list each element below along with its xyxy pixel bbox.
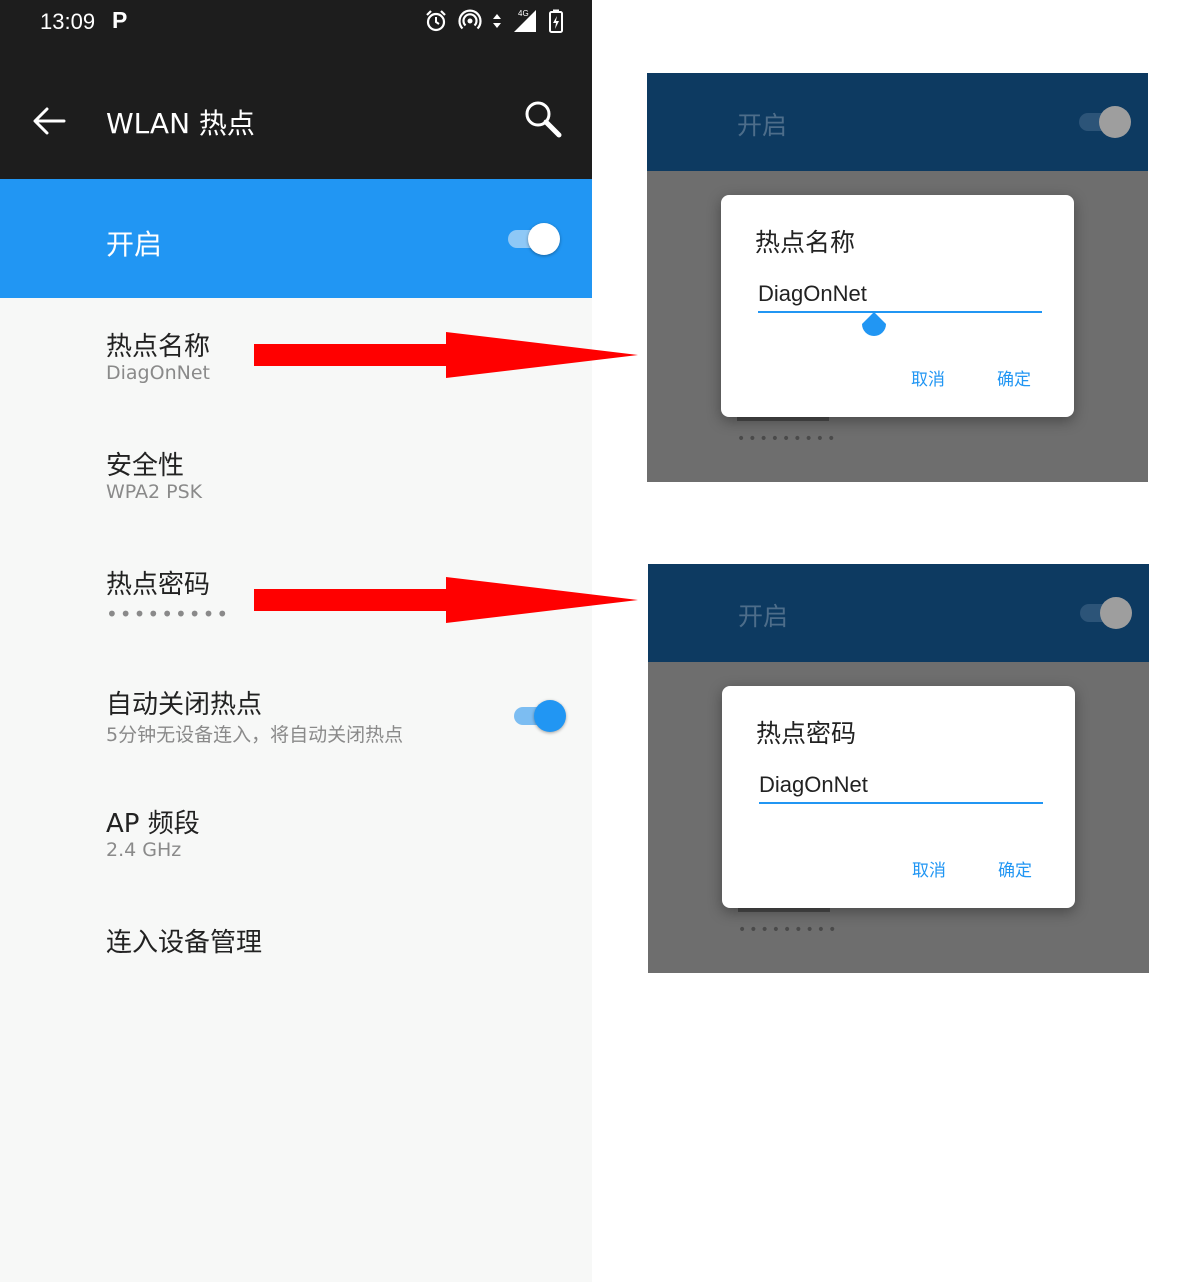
- setting-value: DiagOnNet: [106, 362, 210, 384]
- dimmed-password-mask: •••••••••: [737, 431, 839, 447]
- back-arrow-icon[interactable]: [30, 102, 68, 140]
- hotspot-master-switch-row[interactable]: 开启: [0, 179, 592, 298]
- hotspot-name-dialog: 热点名称 DiagOnNet 取消 确定: [721, 195, 1074, 417]
- app-bar: WLAN 热点: [0, 50, 592, 179]
- setting-title: 热点密码: [106, 570, 211, 600]
- page-title: WLAN 热点: [106, 107, 255, 140]
- setting-ap-band[interactable]: AP 频段 2.4 GHz: [0, 803, 592, 873]
- text-cursor-handle-icon[interactable]: [859, 312, 889, 342]
- setting-auto-close-hotspot[interactable]: 自动关闭热点 5分钟无设备连入，将自动关闭热点: [0, 684, 592, 754]
- dimmed-password-mask: •••••••••: [738, 922, 840, 938]
- red-arrow-icon: [254, 332, 638, 378]
- status-icons: 4G: [424, 8, 564, 34]
- dimmed-master-toggle: [1078, 595, 1132, 629]
- setting-title: 连入设备管理: [106, 928, 263, 958]
- setting-title: 热点名称: [106, 332, 211, 362]
- red-arrow-icon: [254, 577, 638, 623]
- setting-value: WPA2 PSK: [106, 481, 203, 503]
- cancel-button[interactable]: 取消: [911, 365, 945, 390]
- signal-4g-icon: 4G: [514, 9, 536, 32]
- hotspot-password-dialog: 热点密码 DiagOnNet 取消 确定: [722, 686, 1075, 908]
- ok-button[interactable]: 确定: [997, 365, 1031, 390]
- status-bar: 13:09 P 4G: [0, 0, 592, 50]
- password-mask: •••••••••: [106, 602, 231, 626]
- dimmed-master-switch-row: 开启: [647, 73, 1148, 171]
- master-toggle[interactable]: [506, 221, 560, 255]
- setting-title: 自动关闭热点: [106, 690, 263, 720]
- hotspot-icon: [458, 9, 482, 30]
- dialog-title: 热点名称: [755, 228, 856, 257]
- hotspot-name-input[interactable]: DiagOnNet: [758, 281, 867, 307]
- hotspot-password-input[interactable]: DiagOnNet: [759, 772, 868, 798]
- dialog-title: 热点密码: [756, 719, 857, 748]
- toggle-thumb: [1100, 597, 1132, 629]
- setting-description: 5分钟无设备连入，将自动关闭热点: [106, 724, 404, 746]
- setting-value: 2.4 GHz: [106, 839, 182, 861]
- input-underline: [759, 802, 1043, 804]
- status-time: 13:09: [40, 9, 96, 34]
- zoom-panel-hotspot-password-dialog: 开启 ••••••••• 热点密码 DiagOnNet 取消 确定: [648, 564, 1149, 973]
- battery-icon: [549, 9, 563, 33]
- dimmed-master-toggle: [1077, 104, 1131, 138]
- input-underline: [758, 311, 1042, 313]
- toggle-thumb: [528, 223, 560, 255]
- dimmed-master-switch-row: 开启: [648, 564, 1149, 662]
- dimmed-master-label: 开启: [737, 111, 788, 140]
- ok-button[interactable]: 确定: [998, 856, 1032, 881]
- parking-notification-icon: P: [112, 7, 128, 33]
- toggle-thumb: [534, 700, 566, 732]
- data-arrows-icon: [493, 14, 501, 28]
- setting-title: 安全性: [106, 451, 185, 481]
- dimmed-master-label: 开启: [738, 602, 789, 631]
- search-icon[interactable]: [522, 98, 564, 140]
- setting-connected-devices[interactable]: 连入设备管理: [0, 922, 592, 972]
- network-type-text: 4G: [518, 9, 529, 18]
- phone-screen: 13:09 P 4G WLAN 热点 开启 热点名称 DiagOnNet 安全性…: [0, 0, 592, 1282]
- alarm-icon: [426, 10, 446, 32]
- auto-close-toggle[interactable]: [512, 698, 566, 732]
- master-switch-label: 开启: [106, 228, 163, 261]
- cancel-button[interactable]: 取消: [912, 856, 946, 881]
- setting-title: AP 频段: [106, 809, 200, 839]
- setting-security[interactable]: 安全性 WPA2 PSK: [0, 445, 592, 515]
- zoom-panel-hotspot-name-dialog: 开启 ••••••••• 热点名称 DiagOnNet 取消 确定: [647, 73, 1148, 482]
- toggle-thumb: [1099, 106, 1131, 138]
